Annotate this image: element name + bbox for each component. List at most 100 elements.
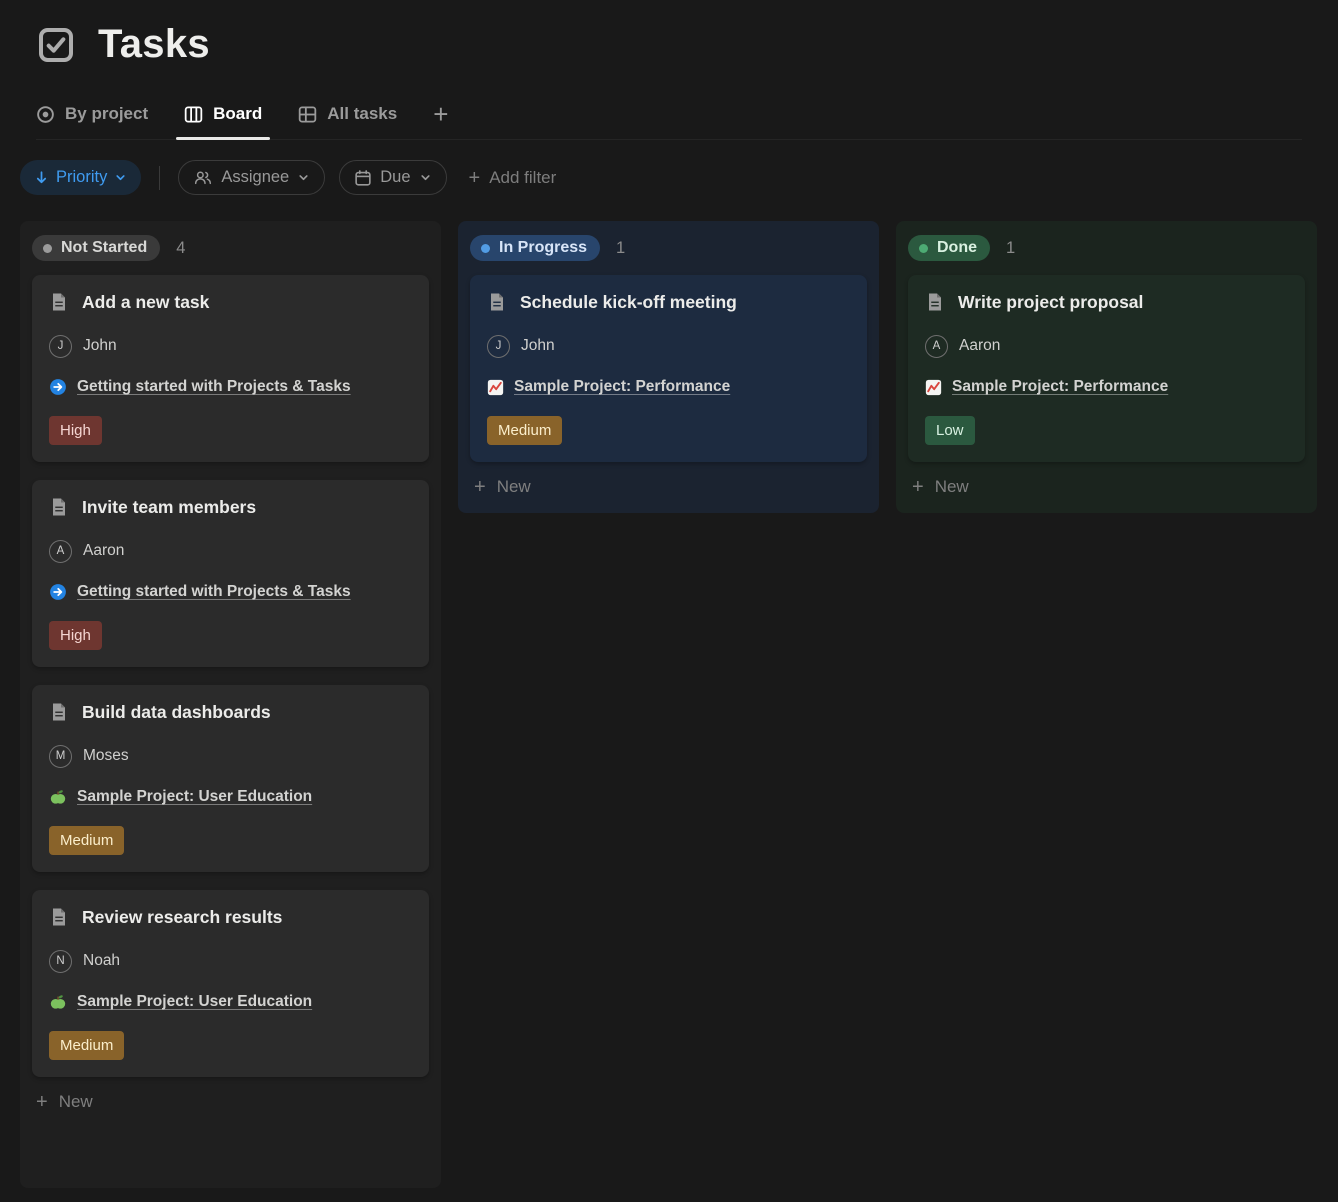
sort-priority-button[interactable]: Priority	[20, 160, 141, 195]
title-row: Tasks	[36, 16, 1302, 67]
page-title: Tasks	[98, 22, 210, 67]
avatar: A	[925, 335, 948, 358]
tab-label: By project	[65, 104, 148, 124]
task-card[interactable]: Add a new task J John Getting started wi…	[32, 275, 429, 462]
column-header: In Progress 1	[458, 221, 879, 275]
column-in-progress: In Progress 1 Schedule kick-off meeting …	[458, 221, 879, 513]
priority-tag: Medium	[49, 826, 124, 855]
assignee-name: Aaron	[959, 334, 1000, 358]
status-dot-icon	[43, 244, 52, 253]
page-icon	[487, 292, 507, 312]
project-link[interactable]: Getting started with Projects & Tasks	[77, 581, 351, 603]
new-task-button[interactable]: + New	[896, 462, 1317, 507]
checkbox-icon	[36, 25, 76, 65]
avatar: J	[487, 335, 510, 358]
apple-icon	[49, 788, 67, 806]
new-task-button[interactable]: + New	[20, 1077, 441, 1122]
board-icon	[184, 105, 203, 124]
task-card[interactable]: Invite team members A Aaron Getting star…	[32, 480, 429, 667]
status-dot-icon	[481, 244, 490, 253]
column-header: Done 1	[896, 221, 1317, 275]
card-list: Write project proposal A Aaron Sample Pr…	[896, 275, 1317, 462]
status-pill[interactable]: In Progress	[470, 235, 600, 261]
calendar-icon	[355, 170, 371, 186]
plus-icon: +	[469, 168, 481, 188]
column-done: Done 1 Write project proposal A Aaron	[896, 221, 1317, 513]
task-card[interactable]: Write project proposal A Aaron Sample Pr…	[908, 275, 1305, 462]
due-filter-label: Due	[380, 168, 410, 187]
chart-icon	[925, 379, 942, 396]
project-link[interactable]: Sample Project: Performance	[952, 376, 1168, 398]
card-list: Add a new task J John Getting started wi…	[20, 275, 441, 1077]
task-card[interactable]: Schedule kick-off meeting J John Sample …	[470, 275, 867, 462]
people-icon	[194, 170, 212, 185]
kanban-board: Not Started 4 Add a new task J John	[0, 195, 1338, 1188]
new-label: New	[935, 477, 969, 497]
tab-board[interactable]: Board	[184, 104, 262, 139]
assignee-filter-button[interactable]: Assignee	[178, 160, 325, 195]
priority-tag: High	[49, 416, 102, 445]
new-label: New	[59, 1092, 93, 1112]
sort-label: Priority	[56, 168, 107, 187]
chevron-down-icon	[420, 172, 431, 183]
tab-all-tasks[interactable]: All tasks	[298, 104, 397, 139]
assignee-filter-label: Assignee	[221, 168, 289, 187]
page-icon	[49, 702, 69, 722]
card-list: Schedule kick-off meeting J John Sample …	[458, 275, 879, 462]
status-label: Done	[937, 239, 977, 257]
task-title: Review research results	[82, 905, 282, 929]
due-filter-button[interactable]: Due	[339, 160, 446, 195]
arrow-circle-icon	[49, 583, 67, 601]
task-title: Schedule kick-off meeting	[520, 290, 737, 314]
assignee-name: Aaron	[83, 539, 124, 563]
card-count: 1	[616, 239, 625, 258]
priority-tag: Medium	[49, 1031, 124, 1060]
avatar: J	[49, 335, 72, 358]
card-count: 1	[1006, 239, 1015, 258]
priority-tag: High	[49, 621, 102, 650]
view-tabs: By project Board All tasks +	[36, 101, 1302, 140]
assignee-name: Noah	[83, 949, 120, 973]
chart-icon	[487, 379, 504, 396]
card-count: 4	[176, 239, 185, 258]
page-icon	[49, 907, 69, 927]
add-view-button[interactable]: +	[433, 101, 448, 139]
plus-icon: +	[36, 1092, 48, 1112]
project-link[interactable]: Sample Project: Performance	[514, 376, 730, 398]
project-link[interactable]: Getting started with Projects & Tasks	[77, 376, 351, 398]
status-pill[interactable]: Not Started	[32, 235, 160, 261]
table-icon	[298, 105, 317, 124]
arrow-down-icon	[35, 171, 48, 184]
divider	[159, 166, 160, 190]
new-task-button[interactable]: + New	[458, 462, 879, 507]
plus-icon: +	[474, 477, 486, 497]
new-label: New	[497, 477, 531, 497]
assignee-name: Moses	[83, 744, 129, 768]
status-label: Not Started	[61, 239, 147, 257]
apple-icon	[49, 993, 67, 1011]
page-icon	[925, 292, 945, 312]
assignee-name: John	[83, 334, 117, 358]
avatar: A	[49, 540, 72, 563]
status-dot-icon	[919, 244, 928, 253]
arrow-circle-icon	[49, 378, 67, 396]
status-pill[interactable]: Done	[908, 235, 990, 261]
status-label: In Progress	[499, 239, 587, 257]
tab-by-project[interactable]: By project	[36, 104, 148, 139]
add-filter-button[interactable]: + Add filter	[469, 168, 557, 188]
task-card[interactable]: Build data dashboards M Moses Sample Pro…	[32, 685, 429, 872]
project-link[interactable]: Sample Project: User Education	[77, 786, 312, 808]
column-not-started: Not Started 4 Add a new task J John	[20, 221, 441, 1188]
filter-bar: Priority Assignee Due + Add filter	[0, 140, 1338, 195]
project-link[interactable]: Sample Project: User Education	[77, 991, 312, 1013]
column-header: Not Started 4	[20, 221, 441, 275]
task-title: Build data dashboards	[82, 700, 271, 724]
avatar: M	[49, 745, 72, 768]
priority-tag: Low	[925, 416, 975, 445]
tab-label: Board	[213, 104, 262, 124]
task-card[interactable]: Review research results N Noah Sample Pr…	[32, 890, 429, 1077]
plus-icon: +	[912, 477, 924, 497]
task-title: Write project proposal	[958, 290, 1143, 314]
chevron-down-icon	[115, 172, 126, 183]
page-icon	[49, 292, 69, 312]
